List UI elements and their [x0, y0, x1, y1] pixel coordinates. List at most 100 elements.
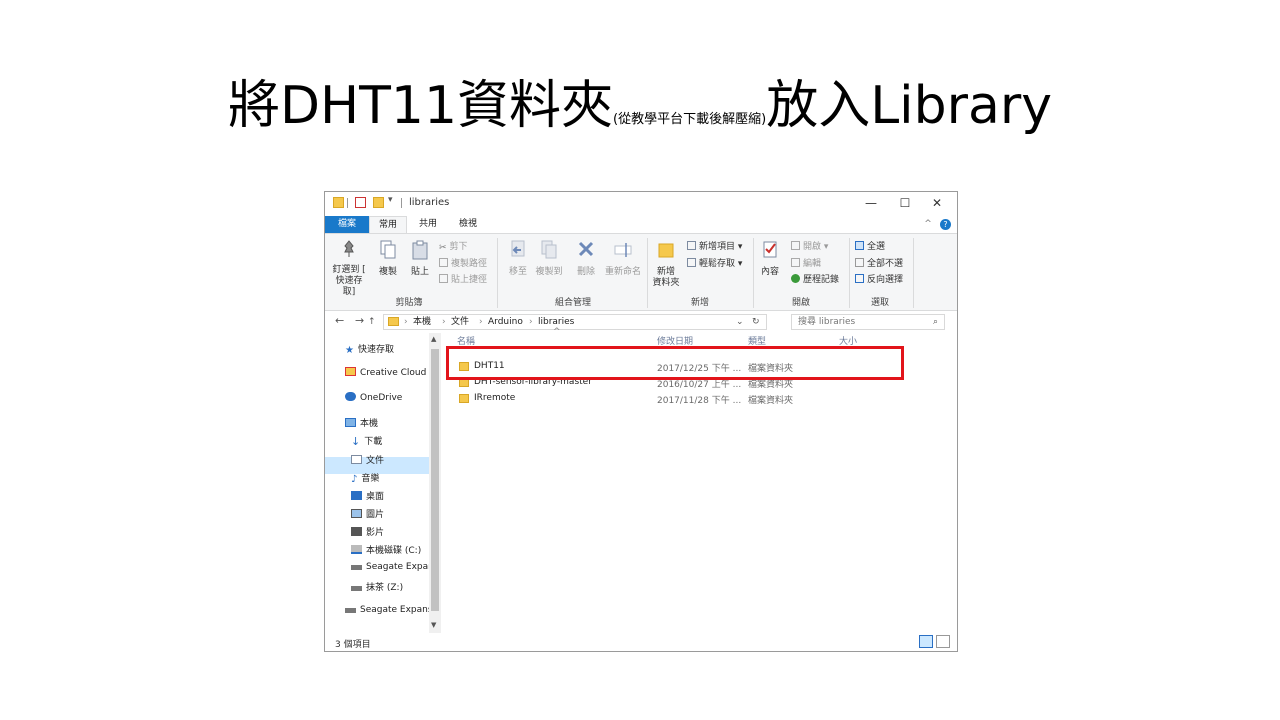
nav-item-onedrive[interactable]: OneDrive — [345, 392, 402, 403]
ribbon-tabs: 檔案 常用 共用 檢視 ^ ? — [325, 216, 957, 233]
paste-label: 貼上 — [410, 267, 429, 277]
copy-button[interactable]: 複製 — [375, 240, 401, 278]
nav-item-creative-cloud[interactable]: Creative Cloud F — [345, 367, 434, 378]
search-input[interactable]: 搜尋 libraries ⌕ — [791, 314, 945, 330]
open-button[interactable]: 開啟 ▾ — [791, 239, 828, 252]
drive-icon — [345, 608, 356, 613]
nav-item-seagate-1[interactable]: Seagate Expar — [351, 562, 432, 572]
minimize-button[interactable]: — — [859, 194, 883, 212]
close-button[interactable]: ✕ — [925, 194, 949, 212]
network-drive-icon — [351, 586, 362, 591]
paste-icon — [412, 240, 428, 260]
nav-label: 影片 — [366, 528, 385, 538]
copy-path-label: 複製路徑 — [451, 259, 488, 269]
tab-view[interactable]: 檢視 — [453, 216, 483, 233]
title-main: 將DHT11資料夾 — [227, 76, 614, 136]
computer-icon — [345, 418, 356, 427]
breadcrumb-documents[interactable]: 文件 — [451, 315, 469, 329]
paste-shortcut-icon — [439, 274, 448, 283]
refresh-icon[interactable]: ↻ — [752, 315, 760, 329]
nav-item-documents[interactable]: 文件 — [351, 453, 384, 466]
rename-label: 重新命名 — [604, 267, 641, 277]
nav-item-downloads[interactable]: ↓ 下載 — [351, 434, 382, 448]
copy-to-icon — [541, 240, 557, 259]
cut-button[interactable]: ✂ 剪下 — [439, 239, 468, 253]
nav-item-pictures[interactable]: 圖片 — [351, 507, 384, 520]
new-folder-quick-icon[interactable] — [373, 197, 384, 208]
scroll-down-icon[interactable]: ▼ — [431, 621, 436, 629]
breadcrumb-arduino[interactable]: Arduino — [488, 315, 523, 329]
move-to-icon — [511, 240, 525, 257]
pin-label-1: 釘選到 [ — [332, 265, 366, 275]
up-button[interactable]: ↑ — [368, 315, 376, 329]
rename-button[interactable]: 重新命名 — [603, 240, 643, 278]
copy-path-button[interactable]: 複製路徑 — [439, 256, 487, 269]
breadcrumb-this-pc[interactable]: 本機 — [413, 315, 431, 329]
select-all-label: 全選 — [867, 242, 886, 252]
tab-file[interactable]: 檔案 — [325, 216, 369, 233]
pin-quick-access-button[interactable]: 釘選到 [ 快速存取] — [331, 240, 367, 298]
paste-shortcut-button[interactable]: 貼上捷徑 — [439, 272, 487, 285]
select-all-button[interactable]: 全選 — [855, 239, 885, 252]
tab-share[interactable]: 共用 — [413, 216, 443, 233]
invert-selection-label: 反向選擇 — [867, 275, 904, 285]
organize-group-label: 組合管理 — [554, 298, 591, 308]
drive-icon — [351, 545, 362, 554]
new-item-button[interactable]: 新增項目 ▾ — [687, 239, 742, 252]
back-button[interactable]: ← — [335, 314, 344, 327]
edit-button[interactable]: 編輯 — [791, 256, 821, 269]
help-icon[interactable]: ? — [940, 219, 951, 230]
folder-icon — [333, 197, 344, 208]
nav-label: 抹茶 (Z:) — [366, 583, 404, 593]
history-label: 歷程記錄 — [803, 275, 840, 285]
paste-button[interactable]: 貼上 — [407, 240, 433, 278]
video-icon — [351, 527, 362, 536]
tab-home[interactable]: 常用 — [369, 216, 407, 233]
explorer-window: ▾ libraries — ☐ ✕ 檔案 常用 共用 檢視 ^ ? 釘選到 [ … — [324, 191, 958, 652]
breadcrumb-separator: › — [529, 317, 533, 327]
nav-scrollbar[interactable]: ▲ ▼ — [429, 333, 441, 633]
title-subtitle: (從教學平台下載後解壓縮) — [613, 112, 767, 127]
select-none-icon — [855, 258, 864, 267]
search-placeholder: 搜尋 libraries — [798, 317, 856, 327]
select-group-label: 選取 — [870, 298, 889, 308]
delete-button[interactable]: 刪除 — [574, 240, 598, 278]
nav-label: OneDrive — [360, 393, 403, 403]
easy-access-button[interactable]: 輕鬆存取 ▾ — [687, 256, 742, 269]
nav-item-seagate-2[interactable]: Seagate Expans — [345, 605, 433, 615]
copy-to-button[interactable]: 複製到 — [535, 240, 563, 278]
history-icon — [791, 274, 800, 283]
nav-item-quick-access[interactable]: ★ 快速存取 — [345, 342, 394, 356]
ribbon-separator — [849, 238, 850, 308]
maximize-button[interactable]: ☐ — [893, 194, 917, 212]
nav-item-videos[interactable]: 影片 — [351, 525, 384, 538]
nav-item-desktop[interactable]: 桌面 — [351, 489, 384, 502]
separator — [347, 198, 348, 208]
address-dropdown-icon[interactable]: ⌄ — [736, 315, 744, 329]
scroll-thumb[interactable] — [431, 349, 439, 611]
scroll-up-icon[interactable]: ▲ — [431, 335, 436, 343]
nav-label: Seagate Expar — [366, 562, 432, 572]
properties-quick-icon[interactable] — [355, 197, 366, 208]
select-none-button[interactable]: 全部不選 — [855, 256, 903, 269]
address-bar[interactable]: ↑ › 本機 › 文件 › Arduino › libraries ⌄ ↻ — [368, 314, 767, 330]
ribbon-collapse-icon[interactable]: ^ — [922, 216, 934, 233]
details-view-icon[interactable] — [919, 635, 933, 648]
forward-button[interactable]: → — [355, 314, 364, 327]
slide-title: 將DHT11資料夾(從教學平台下載後解壓縮)放入Library — [0, 70, 1280, 156]
properties-button[interactable]: 內容 — [757, 240, 783, 278]
history-button[interactable]: 歷程記錄 — [791, 272, 839, 285]
nav-item-music[interactable]: ♪ 音樂 — [351, 471, 379, 485]
file-row[interactable]: IRremote 2017/11/28 下午 ... 檔案資料夾 — [443, 391, 913, 406]
large-icons-view-icon[interactable] — [936, 635, 950, 648]
move-to-button[interactable]: 移至 — [505, 240, 531, 278]
new-folder-button[interactable]: 新增 資料夾 — [651, 240, 681, 289]
desktop-icon — [351, 491, 362, 500]
nav-item-this-pc[interactable]: 本機 — [345, 416, 378, 429]
new-folder-label-1: 新增 — [656, 267, 675, 277]
nav-item-local-disk[interactable]: 本機磁碟 (C:) — [351, 543, 421, 556]
nav-item-drive-z[interactable]: 抹茶 (Z:) — [351, 580, 403, 593]
customize-qat-icon[interactable]: ▾ — [388, 195, 399, 206]
new-group-label: 新增 — [690, 298, 709, 308]
invert-selection-button[interactable]: 反向選擇 — [855, 272, 903, 285]
